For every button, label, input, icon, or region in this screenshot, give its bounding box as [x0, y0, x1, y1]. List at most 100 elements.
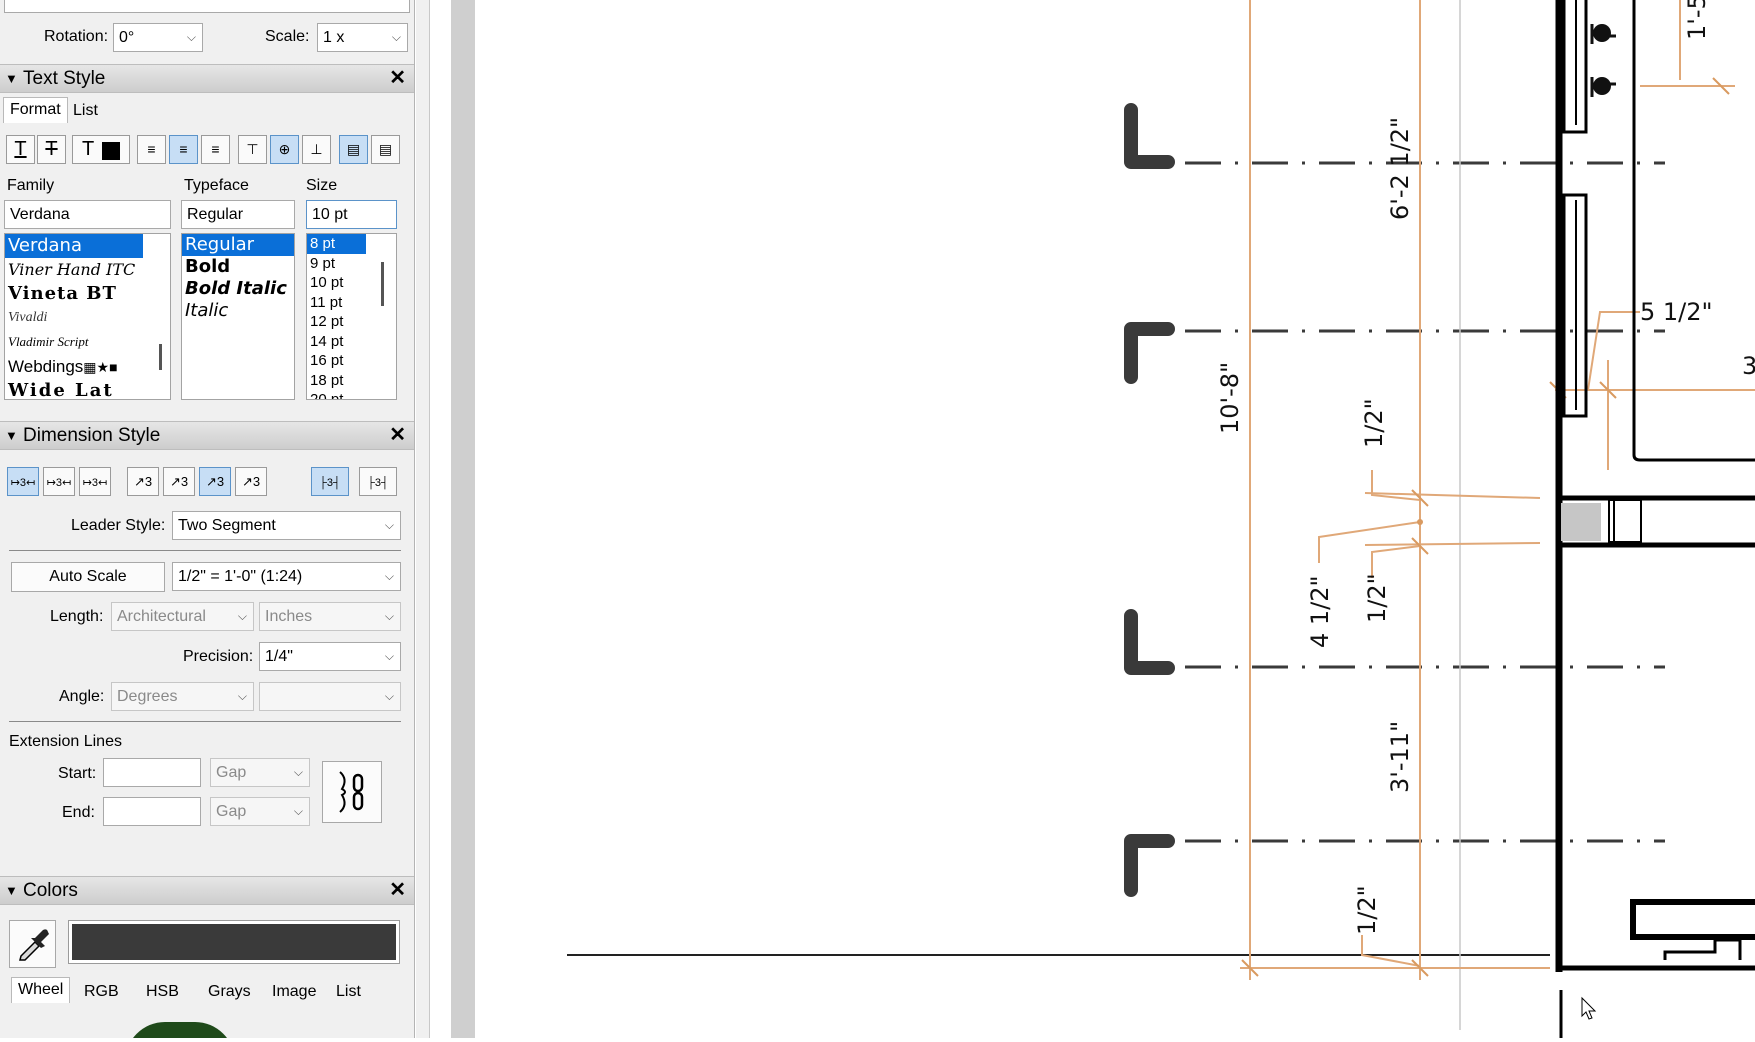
precision-dropdown[interactable]: 1/4" ⌵	[259, 642, 401, 671]
link-extension-lines-button[interactable]	[322, 761, 382, 823]
end-mode-dropdown[interactable]: Gap ⌵	[210, 797, 310, 826]
family-item-viner[interactable]: Viner Hand ITC	[5, 258, 170, 282]
dimension-text[interactable]: 1/2"	[1363, 573, 1391, 623]
valign-bottom-button[interactable]: ⊥	[302, 135, 331, 164]
leader-line[interactable]	[1587, 311, 1640, 391]
leader-line[interactable]	[1371, 470, 1421, 501]
tab-image[interactable]: Image	[266, 980, 322, 1006]
eyedropper-button[interactable]	[9, 920, 56, 968]
dimension-text[interactable]: 5 1/2"	[1640, 298, 1713, 326]
family-item-webdings[interactable]: Webdings▦★■	[5, 354, 170, 379]
typeface-item-italic[interactable]: Italic	[182, 300, 294, 322]
leader-style-dropdown[interactable]: Two Segment ⌵	[172, 511, 401, 540]
leader-line[interactable]	[1371, 545, 1421, 578]
current-color-swatch[interactable]	[68, 920, 400, 964]
size-item[interactable]: 14 pt	[307, 332, 396, 352]
family-item-vineta[interactable]: Vineta BT	[5, 282, 170, 306]
text-above-line-button[interactable]: ↦3↤	[7, 467, 39, 496]
auto-scale-button[interactable]: Auto Scale	[11, 562, 165, 592]
end-offset-input[interactable]	[103, 797, 201, 826]
length-sub-unit-dropdown[interactable]: Inches ⌵	[259, 602, 401, 631]
leader-style-2-button[interactable]: ↗3	[163, 467, 195, 496]
tab-format[interactable]: Format	[3, 97, 68, 123]
close-icon[interactable]: ✕	[389, 65, 406, 92]
text-below-line-button[interactable]: ↦3↤	[79, 467, 111, 496]
color-wheel[interactable]	[125, 1022, 235, 1038]
scale-dropdown[interactable]: 1 x ⌵	[317, 23, 408, 52]
family-item-vivaldi[interactable]: Vivaldi	[5, 306, 170, 330]
family-item-verdana[interactable]: Verdana	[5, 234, 143, 258]
leader-style-4-button[interactable]: ↗3	[235, 467, 267, 496]
line-spacing-double-button[interactable]: ▤	[371, 135, 400, 164]
collapse-triangle-icon[interactable]: ▼	[5, 422, 18, 449]
canvas-vertical-scrollbar[interactable]	[451, 0, 475, 1038]
underline-text-button[interactable]: T	[6, 135, 35, 164]
start-offset-input[interactable]	[103, 758, 201, 787]
align-left-button[interactable]: ≡	[137, 135, 166, 164]
typeface-item-bold-italic[interactable]: Bold Italic	[182, 278, 294, 300]
colors-header[interactable]: ▼ Colors ✕	[0, 876, 414, 905]
family-input[interactable]: Verdana	[4, 200, 171, 229]
typeface-item-regular[interactable]: Regular	[182, 234, 294, 256]
text-inline-button[interactable]: ↦3↤	[43, 467, 75, 496]
rotation-dropdown[interactable]: 0° ⌵	[113, 23, 203, 52]
leader-line[interactable]	[1361, 935, 1421, 967]
dimension-style-header[interactable]: ▼ Dimension Style ✕	[0, 421, 414, 450]
dimension-line[interactable]	[1364, 542, 1541, 546]
family-list[interactable]: Verdana Viner Hand ITC Vineta BT Vivaldi…	[4, 233, 171, 400]
typeface-input[interactable]: Regular	[181, 200, 295, 229]
dimension-text[interactable]: 10'-8"	[1216, 362, 1244, 434]
object-info-field[interactable]	[4, 0, 410, 13]
dimension-scale-dropdown[interactable]: 1/2" = 1'-0" (1:24) ⌵	[172, 562, 401, 591]
floor-plan-drawing[interactable]: 6'-2 1/2" 10'-8" 1/2" 4 1/2" 1/2" 3'-11"…	[475, 0, 1755, 1038]
close-icon[interactable]: ✕	[389, 877, 406, 904]
section-marker[interactable]	[1124, 834, 1175, 897]
start-mode-dropdown[interactable]: Gap ⌵	[210, 758, 310, 787]
text-color-button[interactable]: T	[72, 135, 130, 164]
valign-middle-button[interactable]: ⊕	[270, 135, 299, 164]
text-style-header[interactable]: ▼ Text Style ✕	[0, 64, 414, 93]
collapse-triangle-icon[interactable]: ▼	[5, 65, 18, 92]
close-icon[interactable]: ✕	[389, 422, 406, 449]
electrical-outlet-icon[interactable]	[1590, 24, 1616, 44]
dimension-units-1-button[interactable]: ├3┤	[311, 467, 349, 496]
panel-splitter[interactable]	[416, 0, 430, 1038]
align-right-button[interactable]: ≡	[201, 135, 230, 164]
size-item[interactable]: 8 pt	[307, 234, 366, 254]
size-item[interactable]: 12 pt	[307, 312, 396, 332]
dimension-text[interactable]: 4 1/2"	[1306, 575, 1334, 648]
angle-unit-dropdown[interactable]: Degrees ⌵	[111, 682, 254, 711]
drawing-canvas[interactable]: 6'-2 1/2" 10'-8" 1/2" 4 1/2" 1/2" 3'-11"…	[475, 0, 1755, 1038]
tab-list[interactable]: List	[67, 99, 104, 125]
section-marker[interactable]	[1124, 322, 1175, 384]
leader-style-1-button[interactable]: ↗3	[127, 467, 159, 496]
family-item-vladimir[interactable]: Vladimir Script	[5, 330, 170, 354]
size-list[interactable]: 8 pt 9 pt 10 pt 11 pt 12 pt 14 pt 16 pt …	[306, 233, 397, 400]
align-center-button[interactable]: ≡	[169, 135, 198, 164]
valign-top-button[interactable]: ⊤	[238, 135, 267, 164]
size-item[interactable]: 18 pt	[307, 371, 396, 391]
size-scrollbar-thumb[interactable]	[381, 262, 384, 306]
strikethrough-button[interactable]: T	[37, 135, 66, 164]
size-input[interactable]: 10 pt	[306, 200, 397, 229]
section-marker[interactable]	[1124, 103, 1175, 169]
dimension-text[interactable]: 3	[1742, 352, 1755, 380]
line-spacing-single-button[interactable]: ▤	[339, 135, 368, 164]
dimension-text[interactable]: 3'-11"	[1386, 721, 1414, 793]
tab-rgb[interactable]: RGB	[78, 980, 125, 1006]
electrical-outlet-icon[interactable]	[1590, 77, 1616, 97]
collapse-triangle-icon[interactable]: ▼	[5, 877, 18, 904]
angle-sub-dropdown[interactable]: ⌵	[259, 682, 401, 711]
tab-grays[interactable]: Grays	[202, 980, 257, 1006]
tab-hsb[interactable]: HSB	[140, 980, 185, 1006]
family-scrollbar-thumb[interactable]	[159, 344, 162, 370]
leader-style-3-button[interactable]: ↗3	[199, 467, 231, 496]
size-item[interactable]: 20 pt	[307, 390, 396, 399]
tab-list[interactable]: List	[330, 980, 367, 1006]
typeface-list[interactable]: Regular Bold Bold Italic Italic	[181, 233, 295, 400]
size-item[interactable]: 16 pt	[307, 351, 396, 371]
dimension-text[interactable]: 1/2"	[1353, 885, 1381, 935]
tab-wheel[interactable]: Wheel	[11, 977, 71, 1003]
length-unit-dropdown[interactable]: Architectural ⌵	[111, 602, 254, 631]
dimension-text[interactable]: 1/2"	[1360, 398, 1388, 448]
